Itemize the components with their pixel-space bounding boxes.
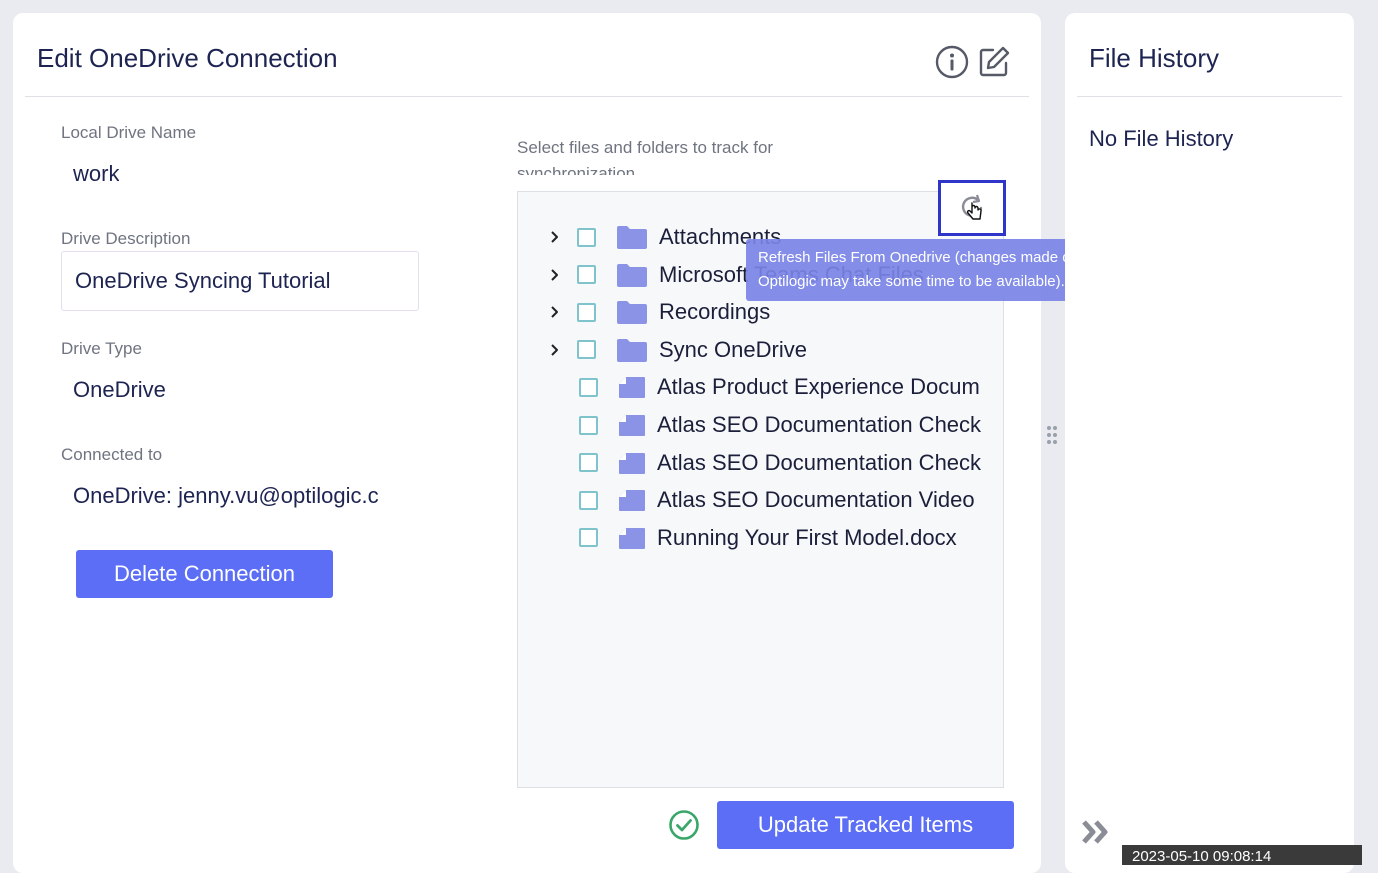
- tree-item-checkbox[interactable]: [579, 377, 598, 397]
- info-circle-icon[interactable]: [935, 45, 969, 79]
- file-icon: [616, 525, 648, 551]
- tree-item-label: Running Your First Model.docx: [657, 524, 957, 550]
- local-drive-name-label: Local Drive Name: [61, 123, 197, 142]
- connected-to-value: OneDrive: jenny.vu@optilogic.c: [73, 483, 379, 508]
- file-icon: [616, 487, 648, 513]
- no-file-history-text: No File History: [1089, 126, 1234, 151]
- timestamp-overlay: 2023-05-10 09:08:14: [1122, 845, 1362, 865]
- tree-item-checkbox[interactable]: [579, 415, 598, 435]
- drive-type-value: OneDrive: [73, 377, 166, 402]
- drag-handle-icon[interactable]: [1045, 424, 1059, 446]
- refresh-button[interactable]: [938, 180, 1006, 236]
- tree-file-row[interactable]: Atlas Product Experience Docum: [518, 370, 1003, 404]
- drive-description-label: Drive Description: [61, 229, 191, 248]
- tree-item-checkbox[interactable]: [577, 265, 596, 285]
- drive-description-value: OneDrive Syncing Tutorial: [75, 268, 331, 293]
- local-drive-name-value: work: [73, 161, 120, 186]
- tree-item-label: Recordings: [659, 299, 771, 325]
- tree-file-row[interactable]: Atlas SEO Documentation Check: [518, 408, 1003, 442]
- tree-file-row[interactable]: Atlas SEO Documentation Video: [518, 483, 1003, 517]
- refresh-icon: [961, 194, 983, 220]
- tree-item-checkbox[interactable]: [579, 453, 598, 473]
- tree-item-checkbox[interactable]: [579, 528, 598, 548]
- tree-item-label: Atlas Product Experience Docum: [657, 374, 980, 400]
- header-divider: [25, 96, 1029, 97]
- tree-item-checkbox[interactable]: [577, 340, 596, 360]
- page-title: Edit OneDrive Connection: [37, 43, 338, 73]
- folder-icon: [616, 262, 648, 288]
- success-check-icon: [669, 810, 699, 840]
- tree-file-row[interactable]: Running Your First Model.docx: [518, 521, 1003, 555]
- edit-connection-panel: Edit OneDrive Connection Local Drive Nam…: [13, 13, 1041, 873]
- drive-type-label: Drive Type: [61, 339, 142, 358]
- chevron-right-icon[interactable]: [548, 268, 562, 282]
- tree-item-label: Atlas SEO Documentation Check: [657, 412, 982, 437]
- connected-to-label: Connected to: [61, 445, 163, 464]
- tree-folder-row[interactable]: Sync OneDrive: [518, 333, 1003, 367]
- folder-icon: [616, 337, 648, 363]
- tree-item-label: Atlas SEO Documentation Video: [657, 487, 975, 513]
- tree-item-label: Atlas SEO Documentation Check: [657, 449, 982, 475]
- file-icon: [616, 374, 648, 400]
- delete-connection-button[interactable]: Delete Connection: [76, 550, 333, 598]
- chevron-right-icon[interactable]: [548, 305, 562, 319]
- file-icon: [616, 412, 648, 438]
- tree-file-row[interactable]: Atlas SEO Documentation Check: [518, 446, 1003, 480]
- history-divider: [1077, 96, 1342, 97]
- drive-description-input[interactable]: OneDrive Syncing Tutorial: [61, 251, 419, 311]
- folder-icon: [616, 224, 648, 250]
- file-history-title: File History: [1089, 43, 1220, 73]
- folder-icon: [616, 299, 648, 325]
- file-history-panel: File History No File History: [1065, 13, 1354, 873]
- chevron-right-icon[interactable]: [548, 230, 562, 244]
- chevron-right-icon[interactable]: [548, 343, 562, 357]
- tree-item-label: Sync OneDrive: [659, 336, 807, 362]
- edit-note-icon[interactable]: [977, 45, 1011, 79]
- tree-item-checkbox[interactable]: [577, 227, 596, 247]
- tree-item-checkbox[interactable]: [579, 490, 598, 510]
- tree-item-checkbox[interactable]: [577, 302, 596, 322]
- select-files-hint: Select files and folders to track for sy…: [517, 138, 774, 175]
- file-icon: [616, 450, 648, 476]
- double-chevron-right-icon[interactable]: [1080, 818, 1112, 846]
- update-tracked-items-button[interactable]: Update Tracked Items: [717, 801, 1014, 849]
